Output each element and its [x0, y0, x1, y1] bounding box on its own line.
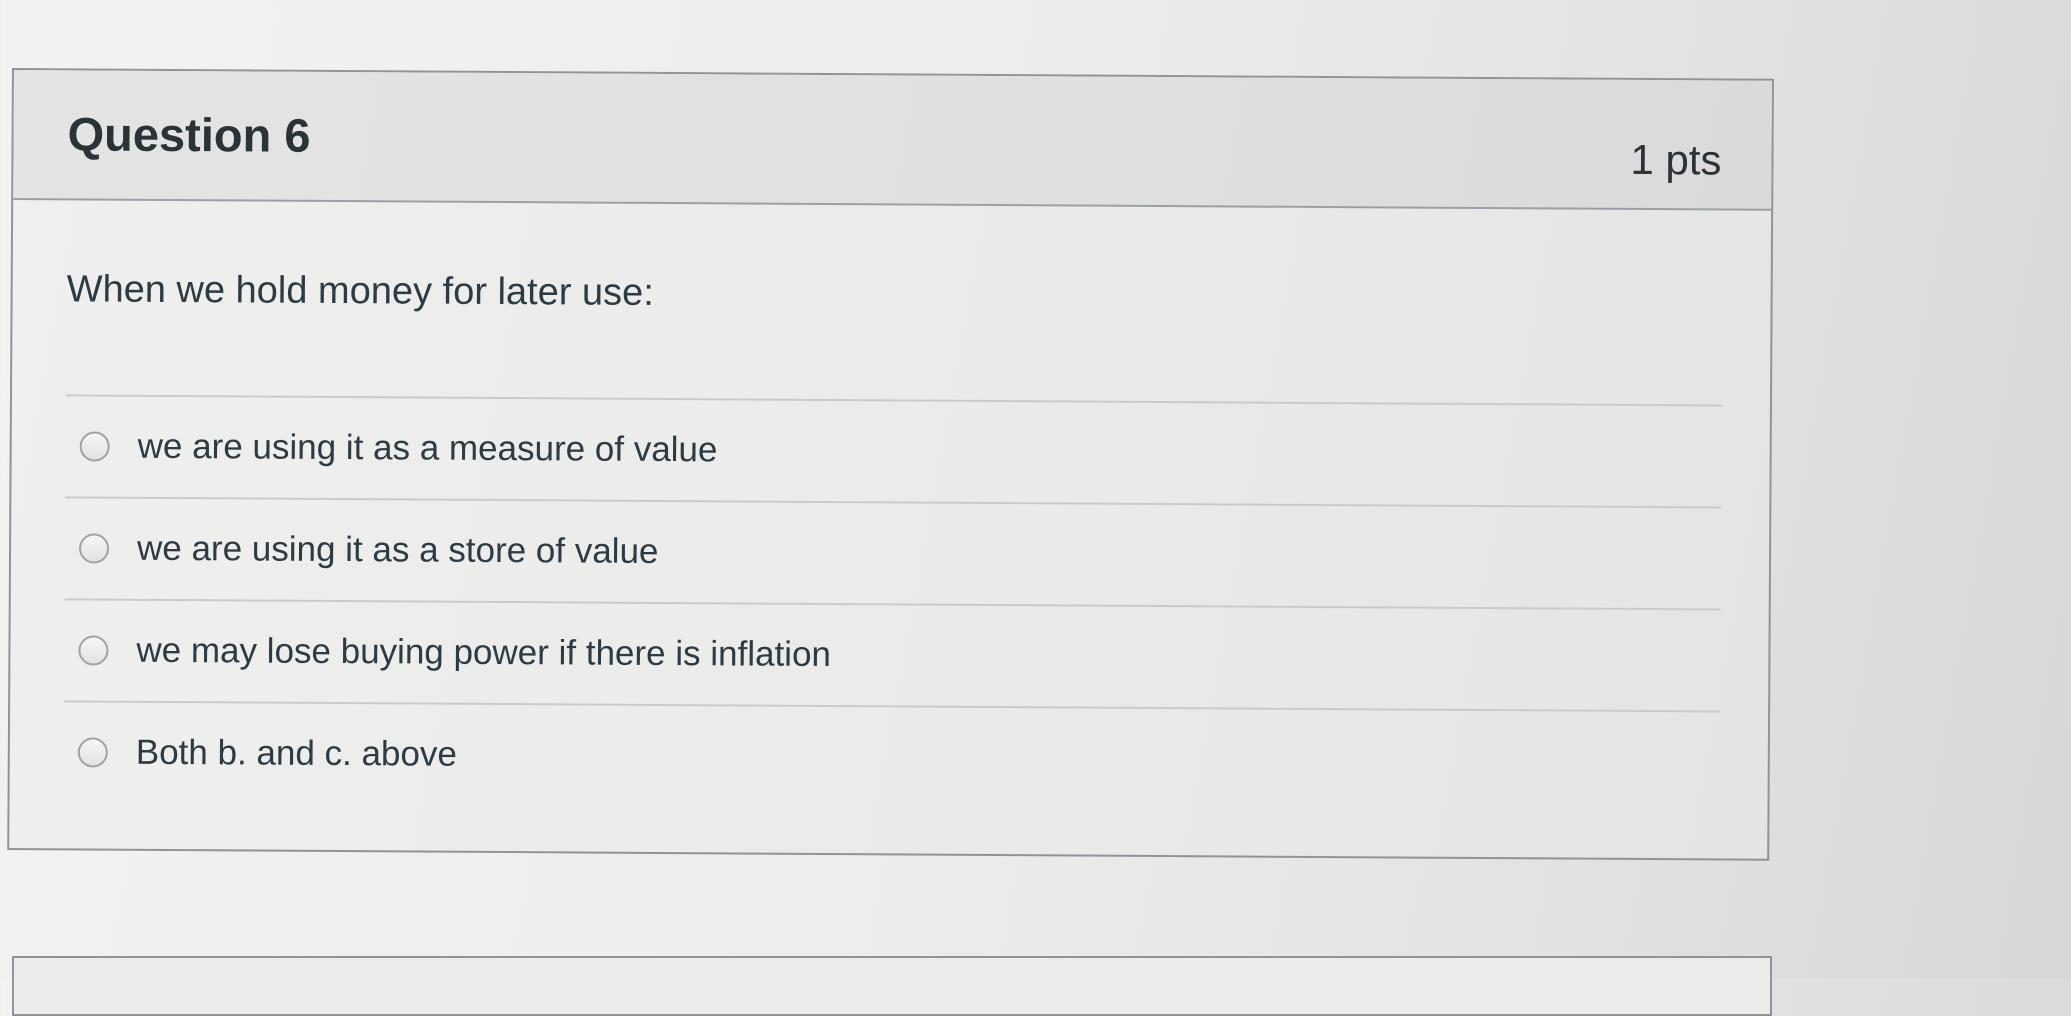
answer-option-b[interactable]: we are using it as a store of value: [64, 498, 1722, 611]
answer-list: we are using it as a measure of value we…: [63, 394, 1722, 813]
question-body: When we hold money for later use: we are…: [10, 200, 1772, 813]
answer-option-d[interactable]: Both b. and c. above: [64, 702, 1721, 812]
radio-button[interactable]: [78, 533, 110, 564]
question-points: 1 pts: [1630, 135, 1722, 184]
question-card: Question 6 1 pts When we hold money for …: [7, 68, 1774, 861]
question-text: When we hold money for later use:: [66, 268, 654, 314]
radio-button[interactable]: [78, 635, 109, 666]
question-header: Question 6 1 pts: [13, 70, 1772, 211]
answer-label: we are using it as a store of value: [136, 528, 659, 571]
answer-label: we are using it as a measure of value: [137, 426, 718, 470]
radio-button[interactable]: [79, 431, 110, 462]
answer-label: we may lose buying power if there is inf…: [136, 630, 832, 675]
answer-option-c[interactable]: we may lose buying power if there is inf…: [64, 600, 1721, 713]
answer-label: Both b. and c. above: [135, 732, 458, 774]
radio-button[interactable]: [77, 737, 108, 768]
question-title: Question 6: [67, 107, 311, 162]
answer-option-a[interactable]: we are using it as a measure of value: [65, 396, 1722, 509]
next-question-card: [12, 956, 1772, 1016]
